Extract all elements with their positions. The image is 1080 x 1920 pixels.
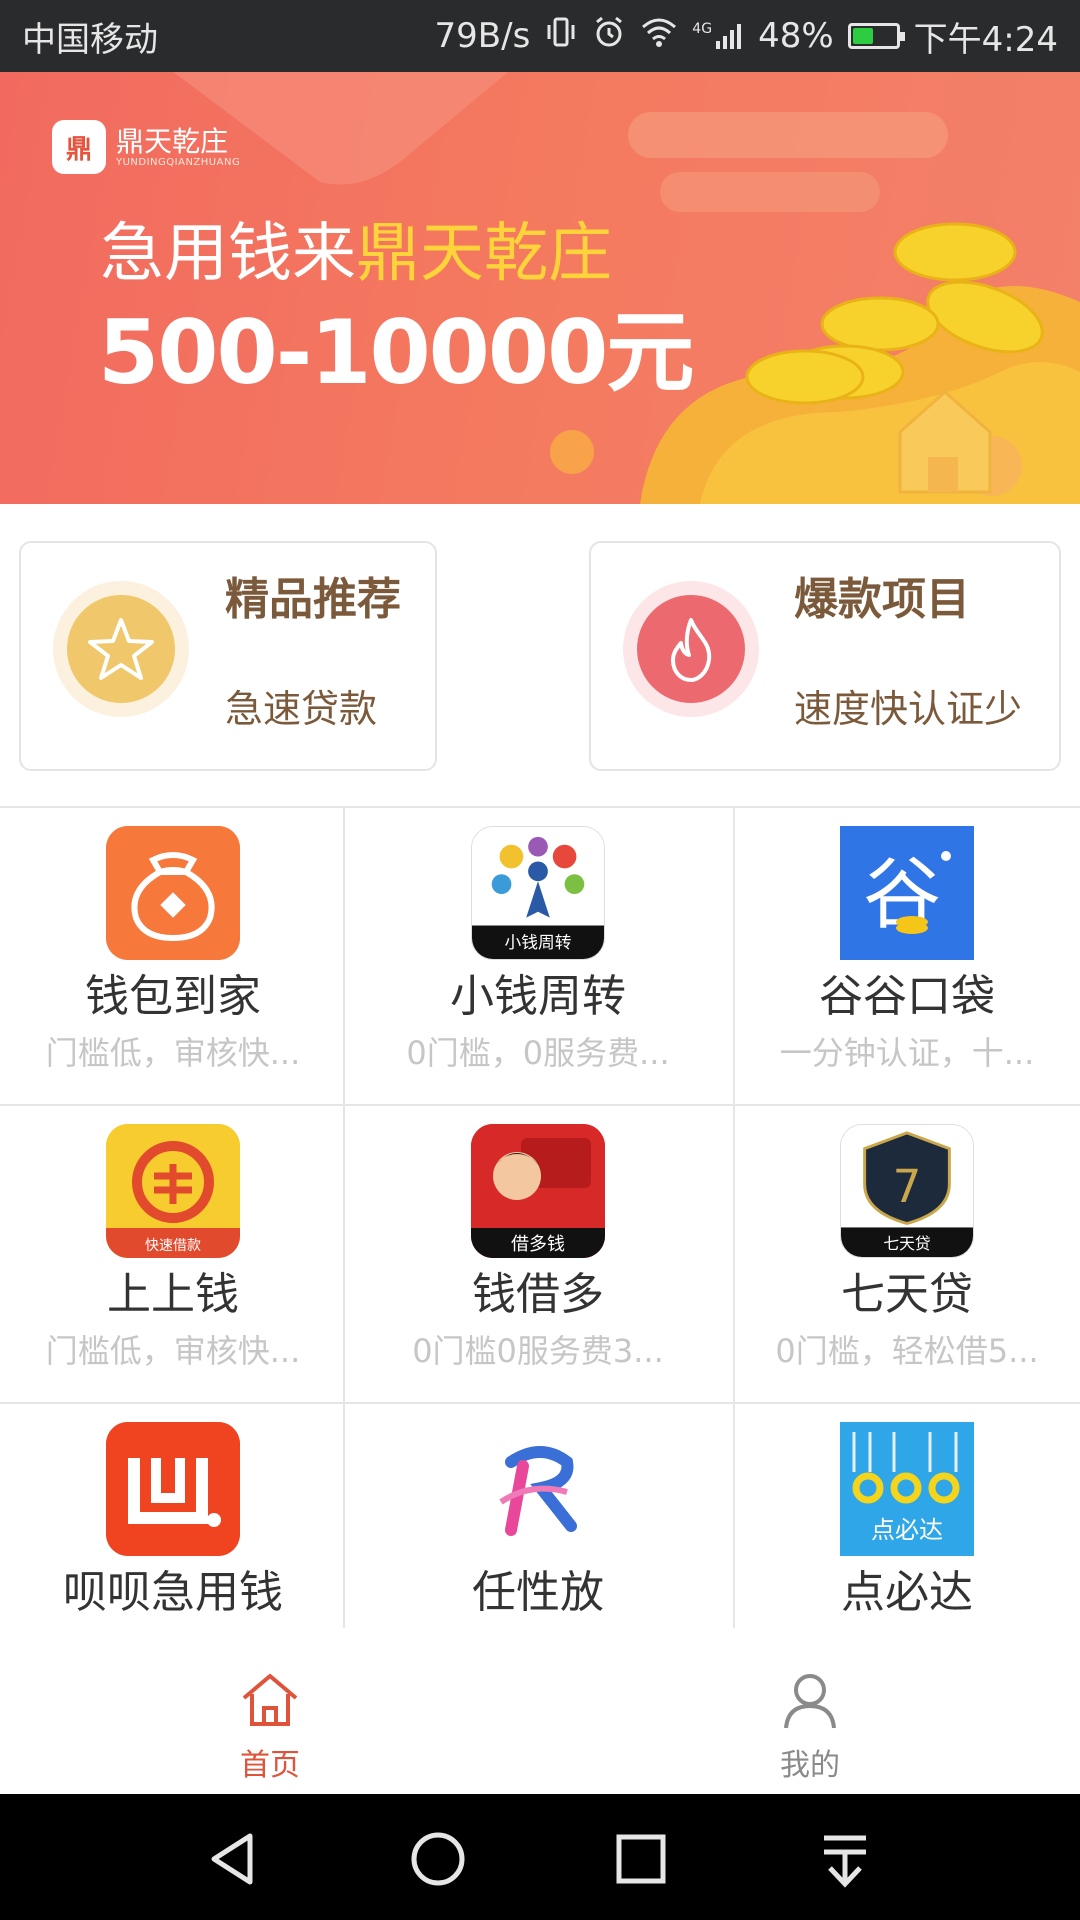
product-name: 钱借多 bbox=[472, 1269, 604, 1320]
product-item[interactable]: 钱包到家 门槛低，审核快... bbox=[0, 808, 346, 1106]
flame-icon bbox=[637, 595, 745, 703]
status-bar: 中国移动 79B/s 4G 48% 下午4:24 bbox=[0, 0, 1080, 72]
system-nav-bar bbox=[0, 1794, 1080, 1920]
svg-text:7: 7 bbox=[893, 1160, 922, 1213]
product-name: 呗呗急用钱 bbox=[63, 1567, 283, 1618]
app-screen: 中国移动 79B/s 4G 48% 下午4:24 鼎 鼎天乾庄 YUNDINGQ… bbox=[0, 0, 1080, 1920]
tab-mine[interactable]: 我的 bbox=[710, 1628, 910, 1794]
product-item[interactable]: 小钱周转 小钱周转 0门槛，0服务费... bbox=[365, 808, 711, 1106]
renxing-logo-icon bbox=[471, 1422, 605, 1556]
vibrate-icon bbox=[544, 15, 578, 57]
battery-level bbox=[852, 28, 873, 44]
tab-home[interactable]: 首页 bbox=[170, 1628, 370, 1794]
money-bag-icon bbox=[106, 826, 240, 960]
product-item[interactable]: 任性放 bbox=[365, 1404, 711, 1628]
bottom-nav: 首页 我的 bbox=[0, 1628, 1080, 1794]
xiaoqian-logo-icon: 小钱周转 bbox=[471, 826, 605, 960]
beibei-logo-icon bbox=[106, 1422, 240, 1556]
product-name: 点必达 bbox=[841, 1567, 973, 1618]
product-desc: 一分钟认证，十... bbox=[779, 1034, 1035, 1072]
banner-amount: 500-10000元 bbox=[98, 301, 694, 404]
product-item[interactable]: 呗呗急用钱 bbox=[0, 1404, 346, 1628]
battery-percent: 48% bbox=[758, 16, 834, 56]
wifi-icon bbox=[640, 15, 678, 57]
brand-name: 鼎天乾庄 bbox=[116, 124, 229, 158]
net-speed: 79B/s bbox=[434, 16, 531, 56]
product-item[interactable]: 快速借款 上上钱 门槛低，审核快... bbox=[0, 1106, 346, 1404]
product-name: 小钱周转 bbox=[450, 971, 626, 1022]
carrier-label: 中国移动 bbox=[22, 19, 158, 60]
product-desc: 0门槛，轻松借5... bbox=[775, 1332, 1039, 1370]
product-grid: 钱包到家 门槛低，审核快... 小钱周转 小钱周转 0门槛，0服务费... 谷 … bbox=[0, 806, 1080, 1628]
user-icon bbox=[784, 1674, 836, 1729]
jieduoqian-logo-icon: 借多钱 bbox=[471, 1124, 605, 1258]
svg-text:借多钱: 借多钱 bbox=[511, 1234, 565, 1255]
svg-text:七天贷: 七天贷 bbox=[883, 1234, 930, 1253]
brand-logo-icon: 鼎 bbox=[52, 120, 106, 174]
banner-logo: 鼎 鼎天乾庄 YUNDINGQIANZHUANG bbox=[52, 120, 240, 174]
product-name: 钱包到家 bbox=[85, 971, 261, 1022]
feature-subtitle: 速度快认证少 bbox=[794, 687, 1023, 731]
product-name: 任性放 bbox=[472, 1567, 604, 1618]
svg-text:点必达: 点必达 bbox=[871, 1516, 943, 1544]
battery-icon bbox=[847, 23, 905, 49]
back-icon[interactable] bbox=[200, 1824, 270, 1894]
promo-banner[interactable]: 鼎 鼎天乾庄 YUNDINGQIANZHUANG 急用钱来鼎天乾庄 500-10… bbox=[0, 72, 1080, 504]
home-circle-icon[interactable] bbox=[403, 1824, 473, 1894]
product-item[interactable]: 谷 谷谷口袋 一分钟认证，十... bbox=[734, 808, 1080, 1106]
product-item[interactable]: 7 七天贷 七天贷 0门槛，轻松借5... bbox=[734, 1106, 1080, 1404]
product-name: 谷谷口袋 bbox=[819, 971, 995, 1022]
product-name: 七天贷 bbox=[841, 1269, 973, 1320]
brand-subtext: YUNDINGQIANZHUANG bbox=[116, 156, 241, 168]
product-desc: 0门槛0服务费3... bbox=[412, 1332, 664, 1370]
recents-icon[interactable] bbox=[606, 1824, 676, 1894]
svg-text:快速借款: 快速借款 bbox=[145, 1238, 201, 1254]
clock: 下午4:24 bbox=[913, 19, 1058, 60]
product-item[interactable]: 借多钱 钱借多 0门槛0服务费3... bbox=[365, 1106, 711, 1404]
qitiandai-logo-icon: 7 七天贷 bbox=[840, 1124, 974, 1258]
star-icon bbox=[67, 595, 175, 703]
feature-title: 精品推荐 bbox=[225, 574, 401, 625]
product-item[interactable]: 点必达 点必达 bbox=[734, 1404, 1080, 1628]
product-desc: 门槛低，审核快... bbox=[45, 1034, 301, 1072]
gugu-logo-icon: 谷 bbox=[840, 826, 974, 960]
feature-card-recommended[interactable]: 精品推荐 急速贷款 bbox=[19, 541, 437, 771]
feature-title: 爆款项目 bbox=[794, 574, 970, 625]
product-desc: 0门槛，0服务费... bbox=[406, 1034, 670, 1072]
kuaisu-logo-icon: 快速借款 bbox=[106, 1124, 240, 1258]
notification-pull-icon[interactable] bbox=[810, 1824, 880, 1894]
feature-subtitle: 急速贷款 bbox=[225, 687, 378, 731]
signal-icon: 4G bbox=[692, 21, 744, 51]
product-desc: 门槛低，审核快... bbox=[45, 1332, 301, 1370]
banner-headline: 急用钱来鼎天乾庄 bbox=[100, 217, 612, 291]
tab-label: 首页 bbox=[240, 1748, 300, 1783]
feature-card-hot[interactable]: 爆款项目 速度快认证少 bbox=[589, 541, 1061, 771]
banner-highlight: 鼎天乾庄 bbox=[356, 217, 612, 291]
dianbida-logo-icon: 点必达 bbox=[840, 1422, 974, 1556]
product-name: 上上钱 bbox=[107, 1269, 239, 1320]
svg-text:小钱周转: 小钱周转 bbox=[505, 932, 572, 952]
tab-label: 我的 bbox=[780, 1748, 840, 1783]
home-icon bbox=[242, 1674, 298, 1726]
alarm-icon bbox=[592, 15, 626, 57]
